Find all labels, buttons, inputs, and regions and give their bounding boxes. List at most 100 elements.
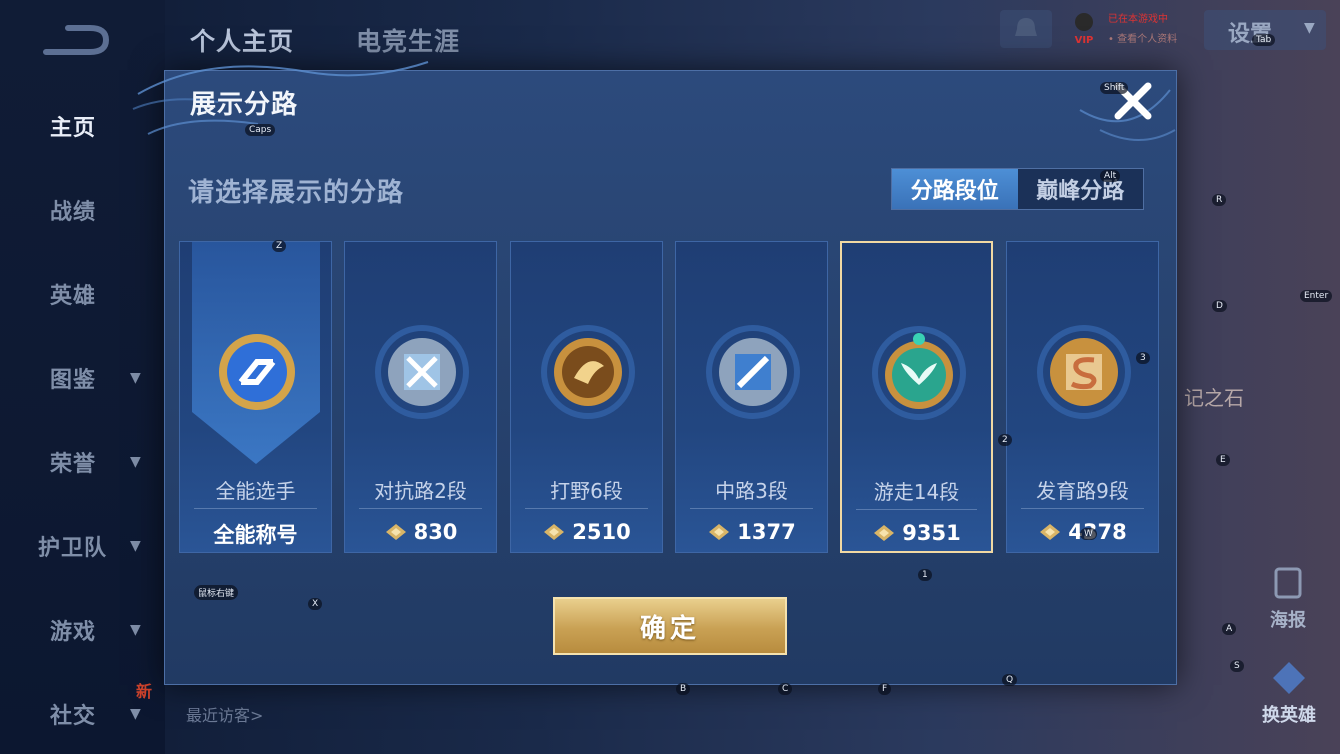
sidebar-item-label: 荣誉 xyxy=(50,452,97,477)
key-hint: 1 xyxy=(918,569,932,581)
key-hint: 鼠标右键 xyxy=(194,585,239,600)
switch-hero-label: 换英雄 xyxy=(1262,705,1316,726)
points-icon xyxy=(385,524,406,540)
vip-icon: VIP xyxy=(1075,13,1094,46)
key-hint: Q xyxy=(1002,674,1018,686)
clash-lane-emblem-icon xyxy=(375,325,469,419)
all-round-emblem-icon xyxy=(219,334,295,410)
sidebar-item-label: 战绩 xyxy=(50,200,97,225)
divider xyxy=(856,509,977,510)
lane-score: 全能称号 xyxy=(180,519,331,549)
roam-emblem-icon xyxy=(872,326,966,420)
lane-card-farm[interactable]: 发育路9段 4378 xyxy=(1006,241,1159,553)
sidebar-item-honor[interactable]: 荣誉 ▼ xyxy=(0,432,165,492)
key-hint: E xyxy=(1216,454,1230,466)
key-hint: 2 xyxy=(998,434,1012,446)
sidebar-item-label: 游戏 xyxy=(50,620,97,645)
divider xyxy=(359,508,482,509)
key-hint: 3 xyxy=(1136,352,1150,364)
chevron-down-icon: ▼ xyxy=(130,706,141,722)
key-hint: D xyxy=(1212,300,1227,312)
lane-card-jungle[interactable]: 打野6段 2510 xyxy=(510,241,663,553)
jungle-emblem-icon xyxy=(541,325,635,419)
poster-icon xyxy=(1274,567,1302,599)
chevron-down-icon: ▼ xyxy=(130,538,141,554)
recent-visitors-link[interactable]: 最近访客> xyxy=(186,702,263,726)
sidebar-item-label: 社交 xyxy=(50,704,97,729)
points-value: 9351 xyxy=(902,521,961,545)
confirm-button[interactable]: 确定 xyxy=(553,597,787,655)
divider xyxy=(690,508,813,509)
key-hint: Alt xyxy=(1100,170,1121,182)
sidebar-item-label: 主页 xyxy=(50,116,97,141)
points-value: 830 xyxy=(413,520,458,544)
sidebar-item-heroes[interactable]: 英雄 xyxy=(0,264,165,324)
lane-role-label: 对抗路2段 xyxy=(374,479,467,503)
key-hint: F xyxy=(878,683,892,695)
vip-status-line: 已在本游戏中 xyxy=(1108,14,1168,25)
points-value: 1377 xyxy=(737,520,796,544)
key-hint: B xyxy=(676,683,691,695)
sidebar-item-label: 护卫队 xyxy=(38,536,108,561)
sidebar-item-label: 英雄 xyxy=(50,284,97,309)
divider xyxy=(1021,508,1144,509)
switch-hero-icon xyxy=(1273,662,1305,694)
lane-role-label: 全能选手 xyxy=(215,479,296,503)
points-icon xyxy=(874,525,895,541)
points-icon xyxy=(1040,524,1061,540)
switch-hero-button[interactable]: 换英雄 xyxy=(1262,660,1316,727)
key-hint: Enter xyxy=(1300,290,1333,302)
lane-card-all-round[interactable]: 全能选手 全能称号 xyxy=(179,241,332,553)
divider xyxy=(525,508,648,509)
lane-card-mid[interactable]: 中路3段 1377 xyxy=(675,241,828,553)
new-badge: 新 xyxy=(136,682,153,701)
lane-role-label: 游走14段 xyxy=(873,480,960,504)
tab-esports-career[interactable]: 电竞生涯 xyxy=(356,22,460,58)
key-hint: Z xyxy=(272,240,287,252)
dialog-title: 展示分路 xyxy=(190,90,299,120)
lane-card-roam[interactable]: 游走14段 9351 xyxy=(840,241,993,553)
points-icon xyxy=(544,524,565,540)
divider xyxy=(194,508,317,509)
sidebar-item-codex[interactable]: 图鉴 ▼ xyxy=(0,348,165,408)
points-value: 4378 xyxy=(1068,520,1127,544)
key-hint: X xyxy=(308,598,323,610)
sidebar-item-guard[interactable]: 护卫队 ▼ xyxy=(0,516,165,576)
lane-role-label: 中路3段 xyxy=(715,479,788,503)
lane-role-label: 打野6段 xyxy=(550,479,623,503)
key-hint: C xyxy=(778,683,793,695)
lane-score: 1377 xyxy=(676,519,827,544)
tab-profile[interactable]: 个人主页 xyxy=(190,22,294,58)
key-hint: W xyxy=(1080,528,1097,540)
lane-score: 2510 xyxy=(511,519,662,544)
chevron-down-icon: ▼ xyxy=(130,454,141,470)
sidebar-item-game[interactable]: 游戏 ▼ xyxy=(0,600,165,660)
key-hint: Caps xyxy=(245,124,276,136)
memory-stone-label: 记之石 xyxy=(1184,386,1244,410)
back-arrow-icon[interactable] xyxy=(40,22,110,58)
lane-card-clash[interactable]: 对抗路2段 830 xyxy=(344,241,497,553)
sidebar-item-label: 图鉴 xyxy=(50,368,97,393)
tab-lane-rank[interactable]: 分路段位 xyxy=(892,169,1018,209)
poster-button[interactable]: 海报 xyxy=(1268,565,1308,632)
mid-lane-emblem-icon xyxy=(706,325,800,419)
points-icon xyxy=(709,524,730,540)
chevron-down-icon: ▼ xyxy=(1304,20,1315,36)
chevron-down-icon: ▼ xyxy=(130,622,141,638)
lane-role-label: 发育路9段 xyxy=(1036,479,1129,503)
vip-status: 已在本游戏中 • 查看个人资料 xyxy=(1108,10,1177,50)
bell-icon[interactable] xyxy=(1000,10,1052,48)
title-text: 全能称号 xyxy=(213,523,298,547)
key-hint: Tab xyxy=(1252,34,1276,46)
tab-peak-lane[interactable]: 巅峰分路 xyxy=(1018,169,1144,209)
sidebar-item-record[interactable]: 战绩 xyxy=(0,180,165,240)
key-hint: R xyxy=(1212,194,1227,206)
points-value: 2510 xyxy=(572,520,631,544)
lane-score: 830 xyxy=(345,519,496,544)
key-hint: A xyxy=(1222,623,1237,635)
svg-text:VIP: VIP xyxy=(1075,35,1094,46)
dialog-subtitle: 请选择展示的分路 xyxy=(188,178,405,208)
poster-label: 海报 xyxy=(1270,610,1306,631)
vip-status-line: • 查看个人资料 xyxy=(1108,34,1178,45)
chevron-down-icon: ▼ xyxy=(130,370,141,386)
